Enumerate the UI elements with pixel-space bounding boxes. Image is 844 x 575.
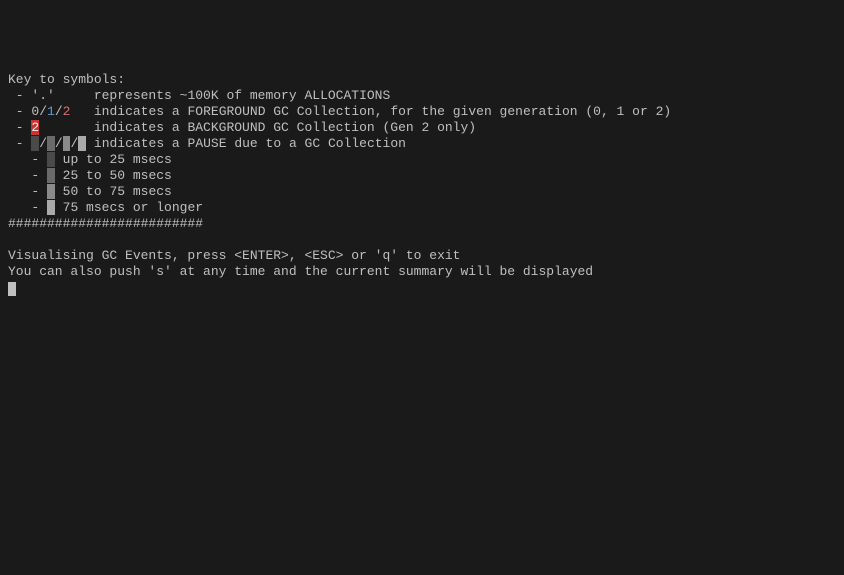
legend-dot: - '.' represents ~100K of memory ALLOCAT… [8,88,836,104]
cursor-icon [8,282,16,296]
pause-indicator-4: X [47,200,55,215]
pause-indicator-3: X [47,184,55,199]
pause-indicator-1: X [47,152,55,167]
legend-bg: - 2 indicates a BACKGROUND GC Collection… [8,120,836,136]
gen0-label: 0 [31,104,39,119]
cursor-line [8,280,836,296]
pause-block-1: X [31,136,39,151]
blank-line [8,232,836,248]
pause-range-4: - X 75 msecs or longer [8,200,836,216]
pause-range-2: - X 25 to 50 msecs [8,168,836,184]
legend-gen: - 0/1/2 indicates a FOREGROUND GC Collec… [8,104,836,120]
gen1-label: 1 [47,104,55,119]
status-line-1: Visualising GC Events, press <ENTER>, <E… [8,248,836,264]
bg-gc-symbol: 2 [31,120,39,135]
status-line-2: You can also push 's' at any time and th… [8,264,836,280]
legend-header: Key to symbols: [8,72,836,88]
pause-range-1: - X up to 25 msecs [8,152,836,168]
pause-block-4: X [78,136,86,151]
pause-block-3: X [63,136,71,151]
pause-indicator-2: X [47,168,55,183]
pause-range-3: - X 50 to 75 msecs [8,184,836,200]
legend-pause: - X/X/X/X indicates a PAUSE due to a GC … [8,136,836,152]
gen2-label: 2 [63,104,71,119]
divider: ######################### [8,216,836,232]
pause-block-2: X [47,136,55,151]
